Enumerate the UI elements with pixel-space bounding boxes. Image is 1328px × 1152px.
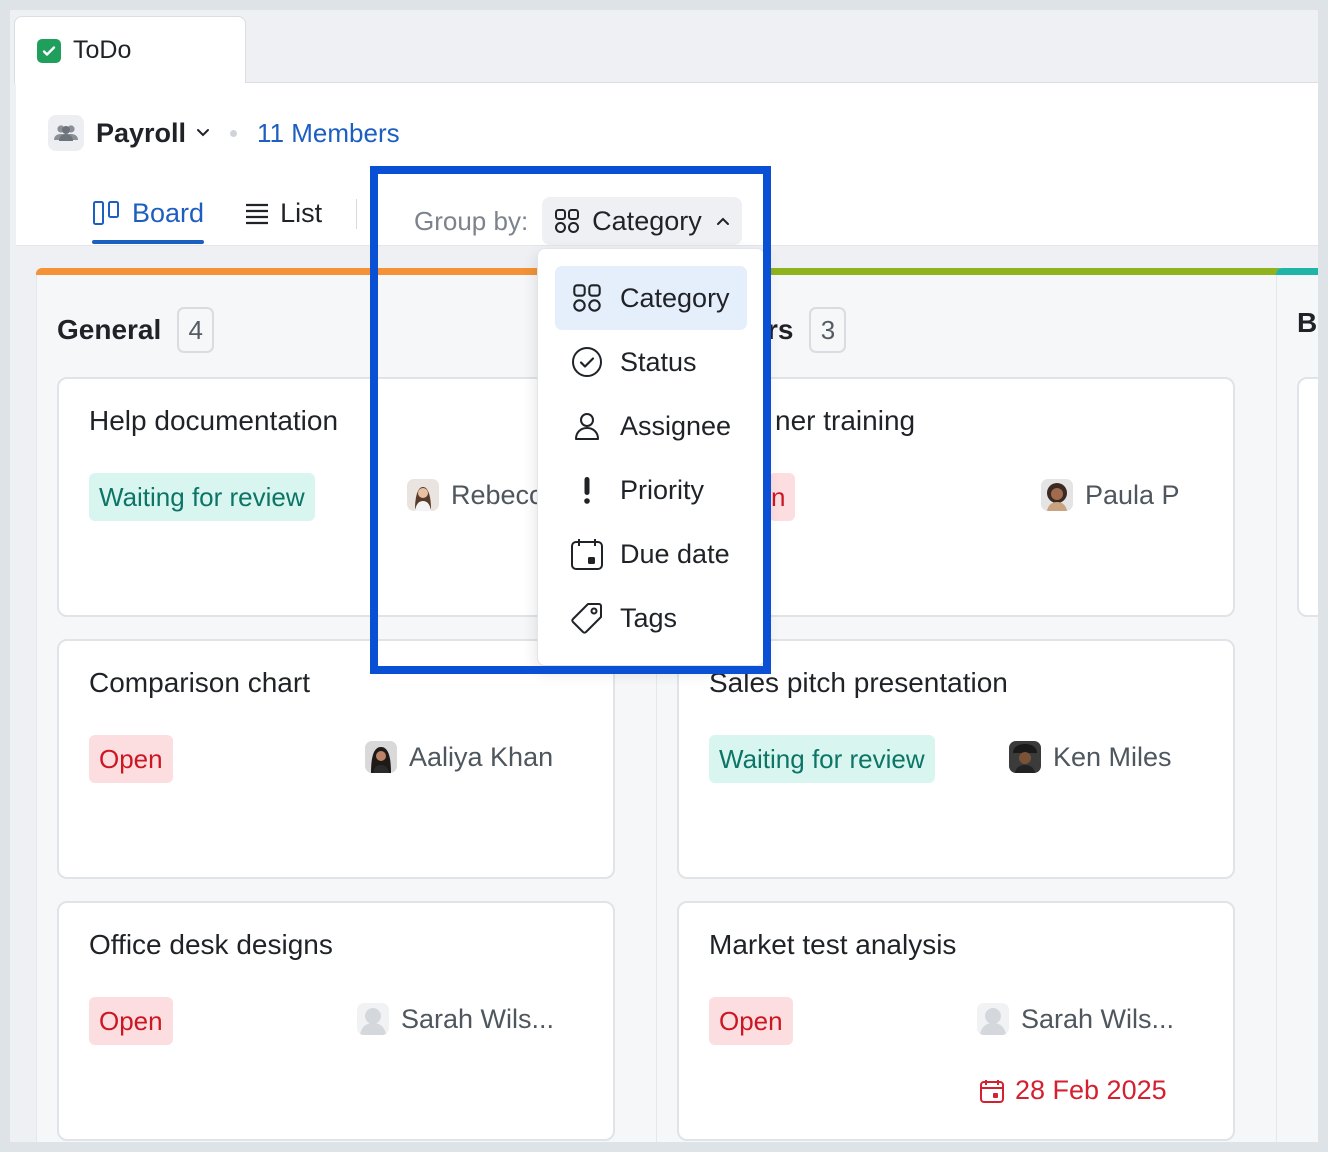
- category-icon: [570, 281, 604, 315]
- board-icon: [93, 201, 119, 225]
- tab-board-label: Board: [132, 197, 205, 228]
- status-badge[interactable]: Waiting for review: [709, 735, 935, 783]
- task-card[interactable]: Market test analysis Open Sarah Wils... …: [677, 901, 1235, 1141]
- assignee[interactable]: Rebecca: [407, 479, 558, 511]
- column-name: General: [57, 314, 162, 345]
- assignee-name: Sarah Wils...: [401, 1003, 555, 1034]
- menu-item-label: Assignee: [620, 410, 732, 441]
- assignee[interactable]: Paula P: [1041, 479, 1180, 511]
- category-icon: [555, 209, 580, 233]
- menu-item-category[interactable]: Category: [555, 266, 747, 330]
- group-by-label: Group by:: [414, 205, 529, 236]
- status-badge[interactable]: Open: [89, 997, 173, 1045]
- task-title: Office desk designs: [89, 929, 333, 960]
- avatar: [1041, 479, 1073, 511]
- avatar: [1009, 741, 1041, 773]
- group-by-menu: Category Status Assignee Priority Due da…: [537, 248, 765, 666]
- tab-list[interactable]: List: [244, 191, 322, 235]
- task-title: ner training: [775, 405, 916, 436]
- status-badge[interactable]: Waiting for review: [89, 473, 315, 521]
- menu-item-label: Status: [620, 346, 697, 377]
- chevron-up-icon: [716, 217, 729, 225]
- assignee-name: Aaliya Khan: [409, 741, 554, 772]
- tab-label: ToDo: [73, 36, 132, 64]
- tabs-divider: [356, 199, 358, 229]
- column-header: Bl: [1297, 307, 1318, 339]
- user-icon: [570, 409, 604, 443]
- menu-item-label: Category: [620, 282, 730, 313]
- assignee-name: Sarah Wils...: [1021, 1003, 1175, 1034]
- assignee-name: Ken Miles: [1053, 741, 1172, 772]
- assignee-name: Paula P: [1085, 479, 1180, 510]
- status-badge[interactable]: Open: [89, 735, 173, 783]
- task-card[interactable]: Help documentation Waiting for review Re…: [57, 377, 615, 617]
- assignee[interactable]: Ken Miles: [1009, 741, 1172, 773]
- tab-list-label: List: [280, 197, 323, 228]
- task-card[interactable]: Office desk designs Open Sarah Wils...: [57, 901, 615, 1141]
- calendar-icon: [570, 537, 604, 571]
- project-name[interactable]: Payroll: [96, 118, 186, 149]
- due-date-text: 28 Feb 2025: [1015, 1075, 1167, 1105]
- app-window: ToDo Payroll 11 Members Board List Group…: [10, 10, 1318, 1142]
- menu-item-status[interactable]: Status: [555, 330, 747, 394]
- menu-item-label: Priority: [620, 474, 705, 505]
- tab-todo[interactable]: ToDo: [14, 16, 246, 84]
- board-column-third: Bl: [1276, 268, 1318, 1142]
- menu-item-label: Due date: [620, 538, 730, 569]
- avatar: [407, 479, 439, 511]
- column-header: General 4: [57, 307, 215, 353]
- avatar-placeholder-icon: [357, 1003, 389, 1035]
- check-circle-icon: [570, 345, 604, 379]
- avatar: [365, 741, 397, 773]
- tab-strip: ToDo: [10, 10, 1318, 84]
- column-count-badge: 4: [177, 307, 215, 353]
- menu-item-due-date[interactable]: Due date: [555, 522, 747, 586]
- column-color-bar: [1276, 268, 1318, 275]
- menu-item-label: Tags: [620, 602, 678, 633]
- status-badge[interactable]: Open: [709, 997, 793, 1045]
- exclamation-icon: [570, 473, 604, 507]
- avatar-placeholder-icon: [977, 1003, 1009, 1035]
- separator-dot: [230, 129, 238, 137]
- task-card[interactable]: Sales pitch presentation Waiting for rev…: [677, 639, 1235, 879]
- task-title: Help documentation: [89, 405, 339, 436]
- menu-item-tags[interactable]: Tags: [555, 586, 747, 650]
- task-title: Sales pitch presentation: [709, 667, 1008, 698]
- assignee[interactable]: Aaliya Khan: [365, 741, 553, 773]
- assignee[interactable]: Sarah Wils...: [977, 1003, 1174, 1035]
- task-card[interactable]: [1297, 377, 1318, 617]
- breadcrumb: Payroll 11 Members: [48, 113, 400, 153]
- view-tabs: Board List: [92, 191, 358, 246]
- column-header: rs 3: [767, 307, 847, 353]
- task-title: Market test analysis: [709, 929, 957, 960]
- status-badge[interactable]: n: [769, 473, 796, 521]
- calendar-icon: [980, 1079, 1004, 1103]
- task-title: Comparison chart: [89, 667, 310, 698]
- tab-board[interactable]: Board: [92, 191, 205, 244]
- group-by-value: Category: [592, 205, 702, 236]
- menu-item-priority[interactable]: Priority: [555, 458, 747, 522]
- list-icon: [246, 203, 269, 225]
- group-by-control: Group by: Category: [414, 197, 742, 245]
- column-count-badge: 3: [809, 307, 847, 353]
- task-card[interactable]: Comparison chart Open Aaliya Khan: [57, 639, 615, 879]
- tag-icon: [570, 601, 604, 635]
- column-name: rs: [767, 314, 794, 345]
- due-date[interactable]: 28 Feb 2025: [979, 1075, 1167, 1106]
- members-link[interactable]: 11 Members: [257, 118, 400, 149]
- group-icon: [48, 115, 84, 151]
- chevron-down-icon[interactable]: [196, 128, 210, 138]
- project-header: Payroll 11 Members Board List Group by: …: [16, 83, 1318, 246]
- menu-item-assignee[interactable]: Assignee: [555, 394, 747, 458]
- group-by-dropdown[interactable]: Category: [542, 197, 742, 245]
- checkbox-icon: [37, 38, 61, 63]
- assignee[interactable]: Sarah Wils...: [357, 1003, 554, 1035]
- column-name: Bl: [1297, 307, 1318, 338]
